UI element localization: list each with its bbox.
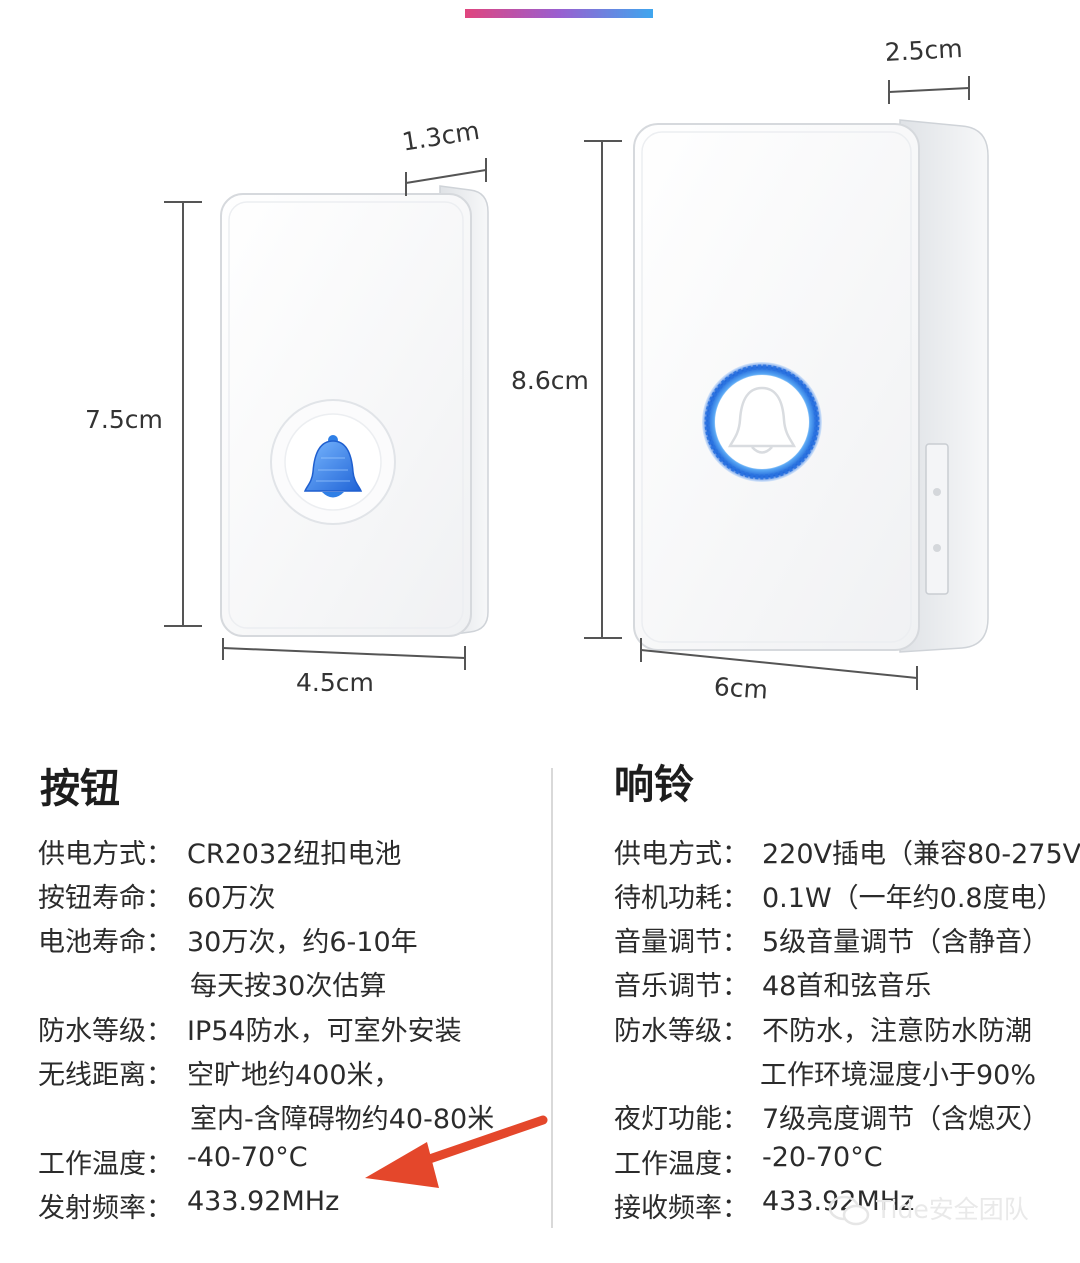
spec-label: 音量调节： — [614, 927, 749, 958]
spec-label: 工作温度： — [614, 1149, 749, 1180]
spec-value: IP54防水，可室外安装 — [187, 1016, 462, 1047]
spec-value: 0.1W（一年约0.8度电） — [762, 883, 1064, 914]
spec-label: 供电方式： — [614, 839, 749, 870]
spec-label: 防水等级： — [38, 1016, 173, 1047]
product-dimension-illustration — [164, 76, 989, 690]
watermark-text: Tide安全团队 — [876, 1195, 1029, 1224]
spec-value: 每天按30次估算 — [190, 971, 387, 1002]
button-section-title: 按钮 — [40, 766, 120, 812]
bell-depth-label: 2.5cm — [884, 33, 964, 67]
bell-width-label: 6cm — [712, 672, 769, 705]
spec-value: CR2032纽扣电池 — [187, 839, 402, 870]
button-device — [220, 185, 489, 637]
spec-label: 工作温度： — [38, 1149, 173, 1180]
spec-label: 无线距离： — [38, 1060, 173, 1091]
spec-value: 5级音量调节（含静音） — [762, 927, 1050, 958]
spec-label: 音乐调节： — [614, 971, 749, 1002]
spec-label: 夜灯功能： — [614, 1104, 749, 1135]
spec-value: -40-70°C — [187, 1142, 308, 1173]
column-divider — [551, 768, 553, 1228]
spec-label: 待机功耗： — [614, 883, 749, 914]
spec-label: 发射频率： — [38, 1193, 173, 1224]
spec-label: 供电方式： — [38, 839, 173, 870]
spec-label: 防水等级： — [614, 1016, 749, 1047]
watermark: Tide安全团队 — [826, 1190, 1029, 1227]
spec-label: 按钮寿命： — [38, 883, 173, 914]
bell-section-title: 响铃 — [614, 762, 694, 808]
spec-value: 7级亮度调节（含熄灭） — [762, 1104, 1050, 1135]
spec-label: 电池寿命： — [38, 927, 173, 958]
spec-value: 48首和弦音乐 — [762, 971, 932, 1002]
arrow-icon — [365, 1115, 548, 1188]
bell-height-label: 8.6cm — [511, 366, 589, 395]
spec-value: -20-70°C — [762, 1142, 883, 1173]
spec-value: 工作环境湿度小于90% — [760, 1060, 1037, 1091]
button-height-label: 7.5cm — [85, 405, 163, 434]
bell-receiver-device — [633, 119, 989, 653]
spec-value: 30万次，约6-10年 — [187, 927, 418, 958]
spec-value: 空旷地约400米， — [187, 1060, 401, 1091]
plug-plate — [925, 443, 949, 595]
wechat-icon — [828, 1195, 870, 1226]
button-width-label: 4.5cm — [296, 668, 374, 697]
spec-value: 60万次 — [187, 883, 276, 914]
spec-value: 不防水，注意防水防潮 — [762, 1016, 1032, 1047]
spec-value: 220V插电（兼容80-275V — [762, 839, 1080, 870]
spec-value: 433.92MHz — [187, 1186, 340, 1217]
spec-label: 接收频率： — [614, 1193, 749, 1224]
